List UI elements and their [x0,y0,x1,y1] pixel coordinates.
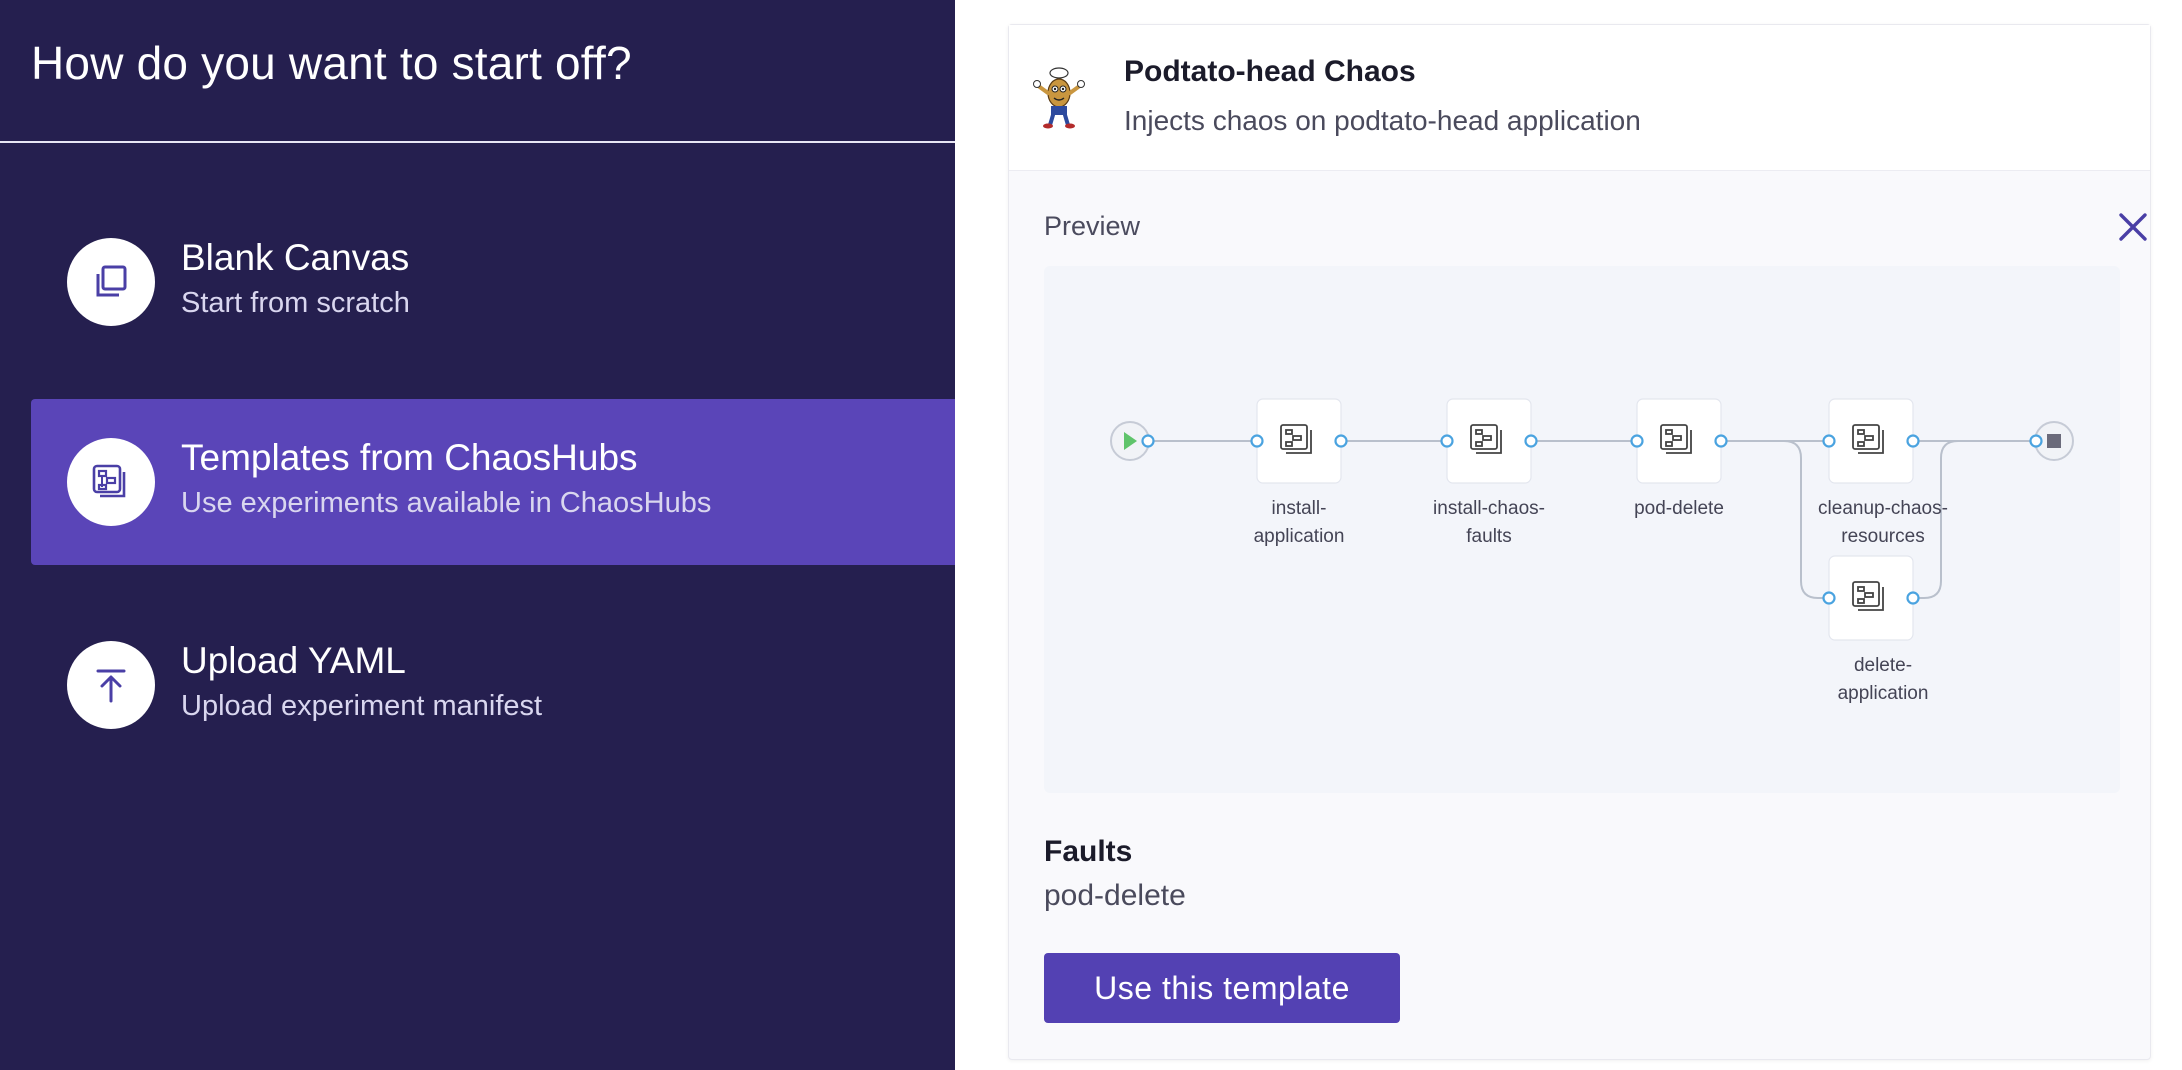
workflow-diagram: install- application install-chaos- faul… [1110,398,2074,704]
templates-icon [92,464,126,498]
option-upload-yaml[interactable]: Upload YAML Upload experiment manifest [31,602,955,768]
workflow-node-cleanup-chaos-resources[interactable]: cleanup-chaos- resources [1818,398,1948,547]
node-label: application [1254,526,1345,547]
upload-icon [96,669,126,703]
preview-label: Preview [1044,211,1141,241]
divider [0,141,955,143]
option-subtitle: Start from scratch [181,287,410,319]
workflow-node-install-application[interactable]: install- application [1250,398,1348,547]
use-template-button[interactable]: Use this template [1044,953,1400,1023]
template-description: Injects chaos on podtato-head applicatio… [1124,105,1641,136]
node-label: resources [1841,526,1924,547]
template-title: Podtato-head Chaos [1124,55,1416,88]
option-blank-canvas[interactable]: Blank Canvas Start from scratch [31,199,955,365]
workflow-preview-canvas[interactable]: install- application install-chaos- faul… [1044,266,2120,793]
node-label: faults [1466,526,1511,547]
node-label: delete- [1854,655,1912,676]
workflow-node-install-chaos-faults[interactable]: install-chaos- faults [1433,398,1545,547]
port-dot [2029,434,2043,448]
workflow-node-pod-delete[interactable]: pod-delete [1630,398,1728,519]
workflow-node-delete-application[interactable]: delete- application [1822,555,1929,704]
option-icon-circle [67,238,155,326]
option-title: Blank Canvas [181,237,410,278]
option-icon-circle [67,438,155,526]
port-dot [1141,434,1155,448]
option-title: Upload YAML [181,640,406,681]
node-label: pod-delete [1634,498,1724,519]
template-card: Podtato-head Chaos Injects chaos on podt… [1008,24,2151,1060]
close-icon[interactable] [2114,208,2152,246]
option-subtitle: Use experiments available in ChaosHubs [181,487,712,519]
start-options-panel: How do you want to start off? Blank Canv… [0,0,955,1070]
node-label: cleanup-chaos- [1818,498,1948,519]
option-icon-circle [67,641,155,729]
option-templates-chaoshubs[interactable]: Templates from ChaosHubs Use experiments… [31,399,955,565]
copy-icon [96,265,127,297]
template-detail-panel: Podtato-head Chaos Injects chaos on podt… [955,0,2182,1070]
node-label: install- [1272,498,1327,519]
page-title: How do you want to start off? [31,37,632,89]
podtato-head-mascot-icon [1033,67,1085,129]
faults-label: Faults [1044,835,1133,868]
option-title: Templates from ChaosHubs [181,437,638,478]
template-header: Podtato-head Chaos Injects chaos on podt… [1009,25,2150,171]
option-subtitle: Upload experiment manifest [181,690,543,722]
node-label: application [1838,683,1929,704]
node-label: install-chaos- [1433,498,1545,519]
faults-value: pod-delete [1044,879,1186,912]
